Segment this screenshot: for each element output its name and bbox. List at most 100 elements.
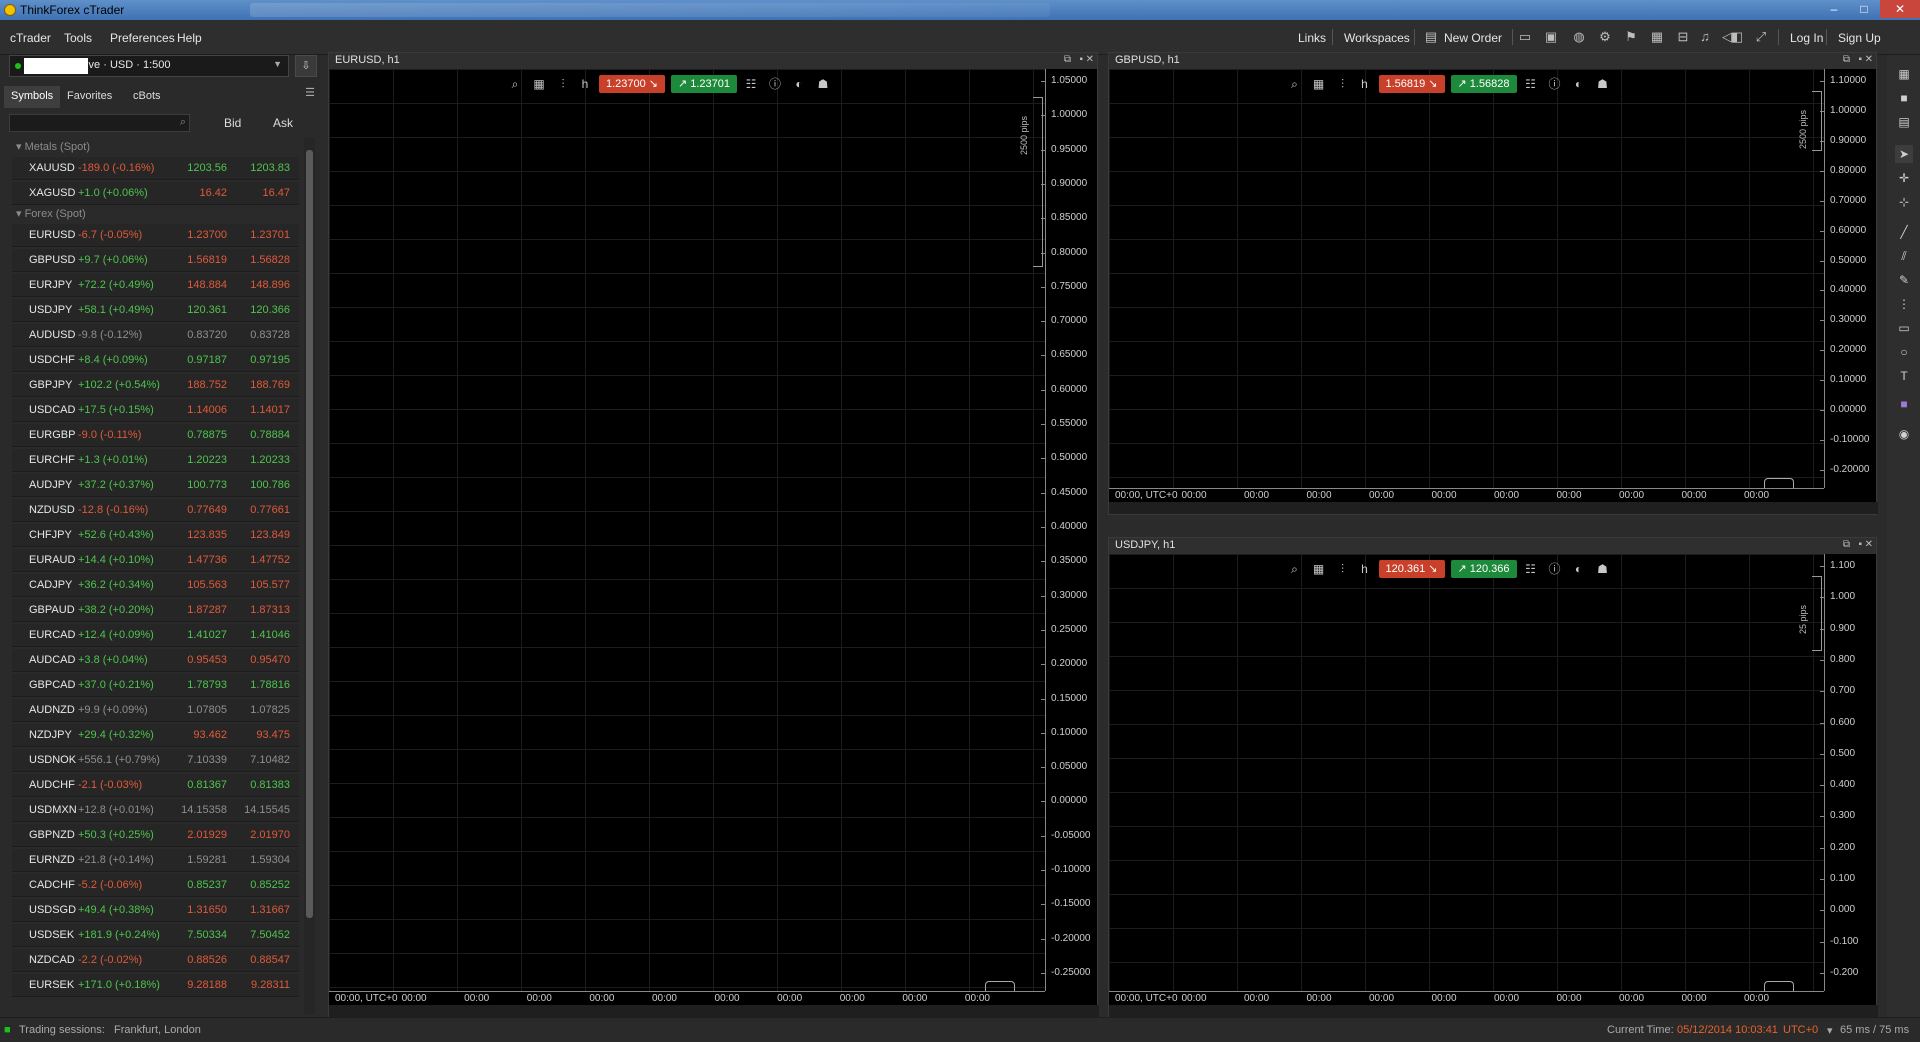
symbol-bid[interactable]: 0.83720 (187, 329, 227, 341)
cbot-icon[interactable]: ◐ (791, 76, 807, 92)
symbol-ask[interactable]: 1203.83 (250, 162, 290, 174)
symbol-row[interactable]: USDNOK +556.1 (+0.79%) 7.10339 7.10482 (12, 749, 299, 772)
maximize-icon[interactable]: ▪ (1858, 539, 1862, 550)
chart-window[interactable]: GBPUSD, h1 ⧉ ▪ ✕ ⌕ ▦ ⫶ h 1.56819 ↘ ↗ 1.56828 ☷ ⓘ ◐ ☗ 1… (1108, 52, 1878, 515)
detach-chart-icon[interactable]: ▭ (1516, 28, 1534, 46)
alert-bell-icon[interactable]: ♫ (1696, 28, 1714, 46)
symbol-row[interactable]: CADCHF -5.2 (-0.06%) 0.85237 0.85252 (12, 874, 299, 897)
symbol-bid[interactable]: 1.41027 (187, 629, 227, 641)
symbol-bid[interactable]: 0.88526 (187, 954, 227, 966)
symbol-row[interactable]: NZDUSD -12.8 (-0.16%) 0.77649 0.77661 (12, 499, 299, 522)
symbol-ask[interactable]: 1.31667 (250, 904, 290, 916)
symbol-ask[interactable]: 1.56828 (250, 254, 290, 266)
symbol-ask[interactable]: 0.78884 (250, 429, 290, 441)
symbol-bid[interactable]: 93.462 (193, 729, 227, 741)
symbol-bid[interactable]: 1203.56 (187, 162, 227, 174)
tab-favorites[interactable]: Favorites (60, 86, 119, 108)
symbol-row[interactable]: AUDNZD +9.9 (+0.09%) 1.07805 1.07825 (12, 699, 299, 722)
close-icon[interactable]: ✕ (1086, 54, 1094, 65)
layout-split-icon[interactable]: ▤ (1895, 113, 1913, 131)
symbol-bid[interactable]: 1.47736 (187, 554, 227, 566)
symbol-row[interactable]: EURCHF +1.3 (+0.01%) 1.20223 1.20233 (12, 449, 299, 472)
chart-horizontal-scrollbar[interactable] (1109, 502, 1878, 514)
maximize-icon[interactable]: ▪ (1079, 54, 1083, 65)
symbol-bid[interactable]: 1.14006 (187, 404, 227, 416)
menu-preferences[interactable]: Preferences (110, 31, 175, 45)
minimize-button[interactable]: – (1820, 0, 1848, 18)
symbol-row[interactable]: EURJPY +72.2 (+0.49%) 148.884 148.896 (12, 274, 299, 297)
detach-icon[interactable]: ⧉ (1843, 54, 1850, 65)
color-picker-icon[interactable]: ■ (1895, 395, 1913, 413)
chart-settings-icon[interactable]: ▦ (1311, 561, 1327, 577)
tab-symbols[interactable]: Symbols (4, 86, 61, 108)
layout-icon[interactable]: ◧ (1728, 28, 1746, 46)
chart-settings-icon[interactable]: ▦ (531, 76, 547, 92)
symbol-bid[interactable]: 0.78875 (187, 429, 227, 441)
symbol-bid[interactable]: 0.77649 (187, 504, 227, 516)
screenshot-icon[interactable]: ▣ (1542, 28, 1560, 46)
symbol-row[interactable]: AUDUSD -9.8 (-0.12%) 0.83720 0.83728 (12, 324, 299, 347)
settings-icon[interactable]: ⚙ (1596, 28, 1614, 46)
symbol-ask[interactable]: 0.83728 (250, 329, 290, 341)
symbol-bid[interactable]: 2.01929 (187, 829, 227, 841)
symbol-bid[interactable]: 1.59281 (187, 854, 227, 866)
deposit-icon[interactable]: ⇩ (295, 55, 317, 77)
symbol-row[interactable]: CADJPY +36.2 (+0.34%) 105.563 105.577 (12, 574, 299, 597)
detach-icon[interactable]: ⧉ (1064, 54, 1071, 65)
sell-button[interactable]: 1.56819 ↘ (1378, 75, 1445, 93)
chart-horizontal-scrollbar[interactable] (1109, 1005, 1878, 1017)
chart-type-icon[interactable]: ⫶ (1335, 561, 1351, 577)
maximize-button[interactable]: □ (1850, 0, 1878, 18)
zoom-icon[interactable]: ⌕ (507, 76, 523, 92)
chart-settings-icon[interactable]: ▦ (1311, 76, 1327, 92)
symbol-bid[interactable]: 148.884 (187, 279, 227, 291)
rectangle-icon[interactable]: ▭ (1895, 319, 1913, 337)
chevron-down-icon[interactable]: ▾ (1827, 1024, 1833, 1037)
close-icon[interactable]: ✕ (1865, 539, 1873, 550)
symbol-row[interactable]: CHFJPY +52.6 (+0.43%) 123.835 123.849 (12, 524, 299, 547)
info-icon[interactable]: ⓘ (767, 76, 783, 92)
symbol-ask[interactable]: 0.95470 (250, 654, 290, 666)
symbol-ask[interactable]: 1.14017 (250, 404, 290, 416)
maximize-icon[interactable]: ▪ (1858, 54, 1862, 65)
lock-icon[interactable]: ⊟ (1674, 28, 1692, 46)
symbol-ask[interactable]: 7.50452 (250, 929, 290, 941)
symbol-bid[interactable]: 1.31650 (187, 904, 227, 916)
fullscreen-icon[interactable]: ⤢ (1752, 28, 1770, 46)
cursor-icon[interactable]: ➤ (1895, 145, 1913, 163)
symbol-row[interactable]: NZDJPY +29.4 (+0.32%) 93.462 93.475 (12, 724, 299, 747)
menu-ctrader[interactable]: cTrader (10, 31, 51, 45)
robot-icon[interactable]: ☗ (815, 76, 831, 92)
buy-button[interactable]: ↗ 1.56828 (1450, 75, 1517, 93)
chat-icon[interactable]: ◍ (1570, 28, 1588, 46)
symbol-bid[interactable]: 7.50334 (187, 929, 227, 941)
workspaces-button[interactable]: Workspaces (1344, 31, 1410, 45)
symbol-ask[interactable]: 1.20233 (250, 454, 290, 466)
links-button[interactable]: Links (1298, 31, 1326, 45)
text-icon[interactable]: T (1895, 367, 1913, 385)
chart-type-icon[interactable]: ⫶ (555, 76, 571, 92)
symbol-bid[interactable]: 100.773 (187, 479, 227, 491)
symbol-row[interactable]: USDSEK +181.9 (+0.24%) 7.50334 7.50452 (12, 924, 299, 947)
symbol-bid[interactable]: 7.10339 (187, 754, 227, 766)
symbol-row[interactable]: EURCAD +12.4 (+0.09%) 1.41027 1.41046 (12, 624, 299, 647)
symbol-row[interactable]: EURNZD +21.8 (+0.14%) 1.59281 1.59304 (12, 849, 299, 872)
period-selector[interactable]: h (1357, 76, 1373, 92)
zoom-icon[interactable]: ⌕ (1287, 76, 1303, 92)
symbol-search-input[interactable]: ⌕ (9, 114, 190, 132)
symbol-bid[interactable]: 16.42 (199, 187, 227, 199)
chart-horizontal-scrollbar[interactable] (329, 1005, 1099, 1017)
price-axis[interactable] (1824, 69, 1876, 488)
symbol-row[interactable]: EURUSD -6.7 (-0.05%) 1.23700 1.23701 (12, 224, 299, 247)
symbol-row[interactable]: EURGBP -9.0 (-0.11%) 0.78875 0.78884 (12, 424, 299, 447)
info-icon[interactable]: ⓘ (1547, 561, 1563, 577)
chart-plot-area[interactable] (1109, 69, 1824, 488)
symbol-row[interactable]: GBPNZD +50.3 (+0.25%) 2.01929 2.01970 (12, 824, 299, 847)
symbol-bid[interactable]: 0.95453 (187, 654, 227, 666)
symbol-ask[interactable]: 14.15545 (244, 804, 290, 816)
symbol-bid[interactable]: 123.835 (187, 529, 227, 541)
trendline-icon[interactable]: ╱ (1895, 223, 1913, 241)
menu-help[interactable]: Help (177, 31, 202, 45)
symbol-ask[interactable]: 120.366 (250, 304, 290, 316)
symbol-ask[interactable]: 0.77661 (250, 504, 290, 516)
